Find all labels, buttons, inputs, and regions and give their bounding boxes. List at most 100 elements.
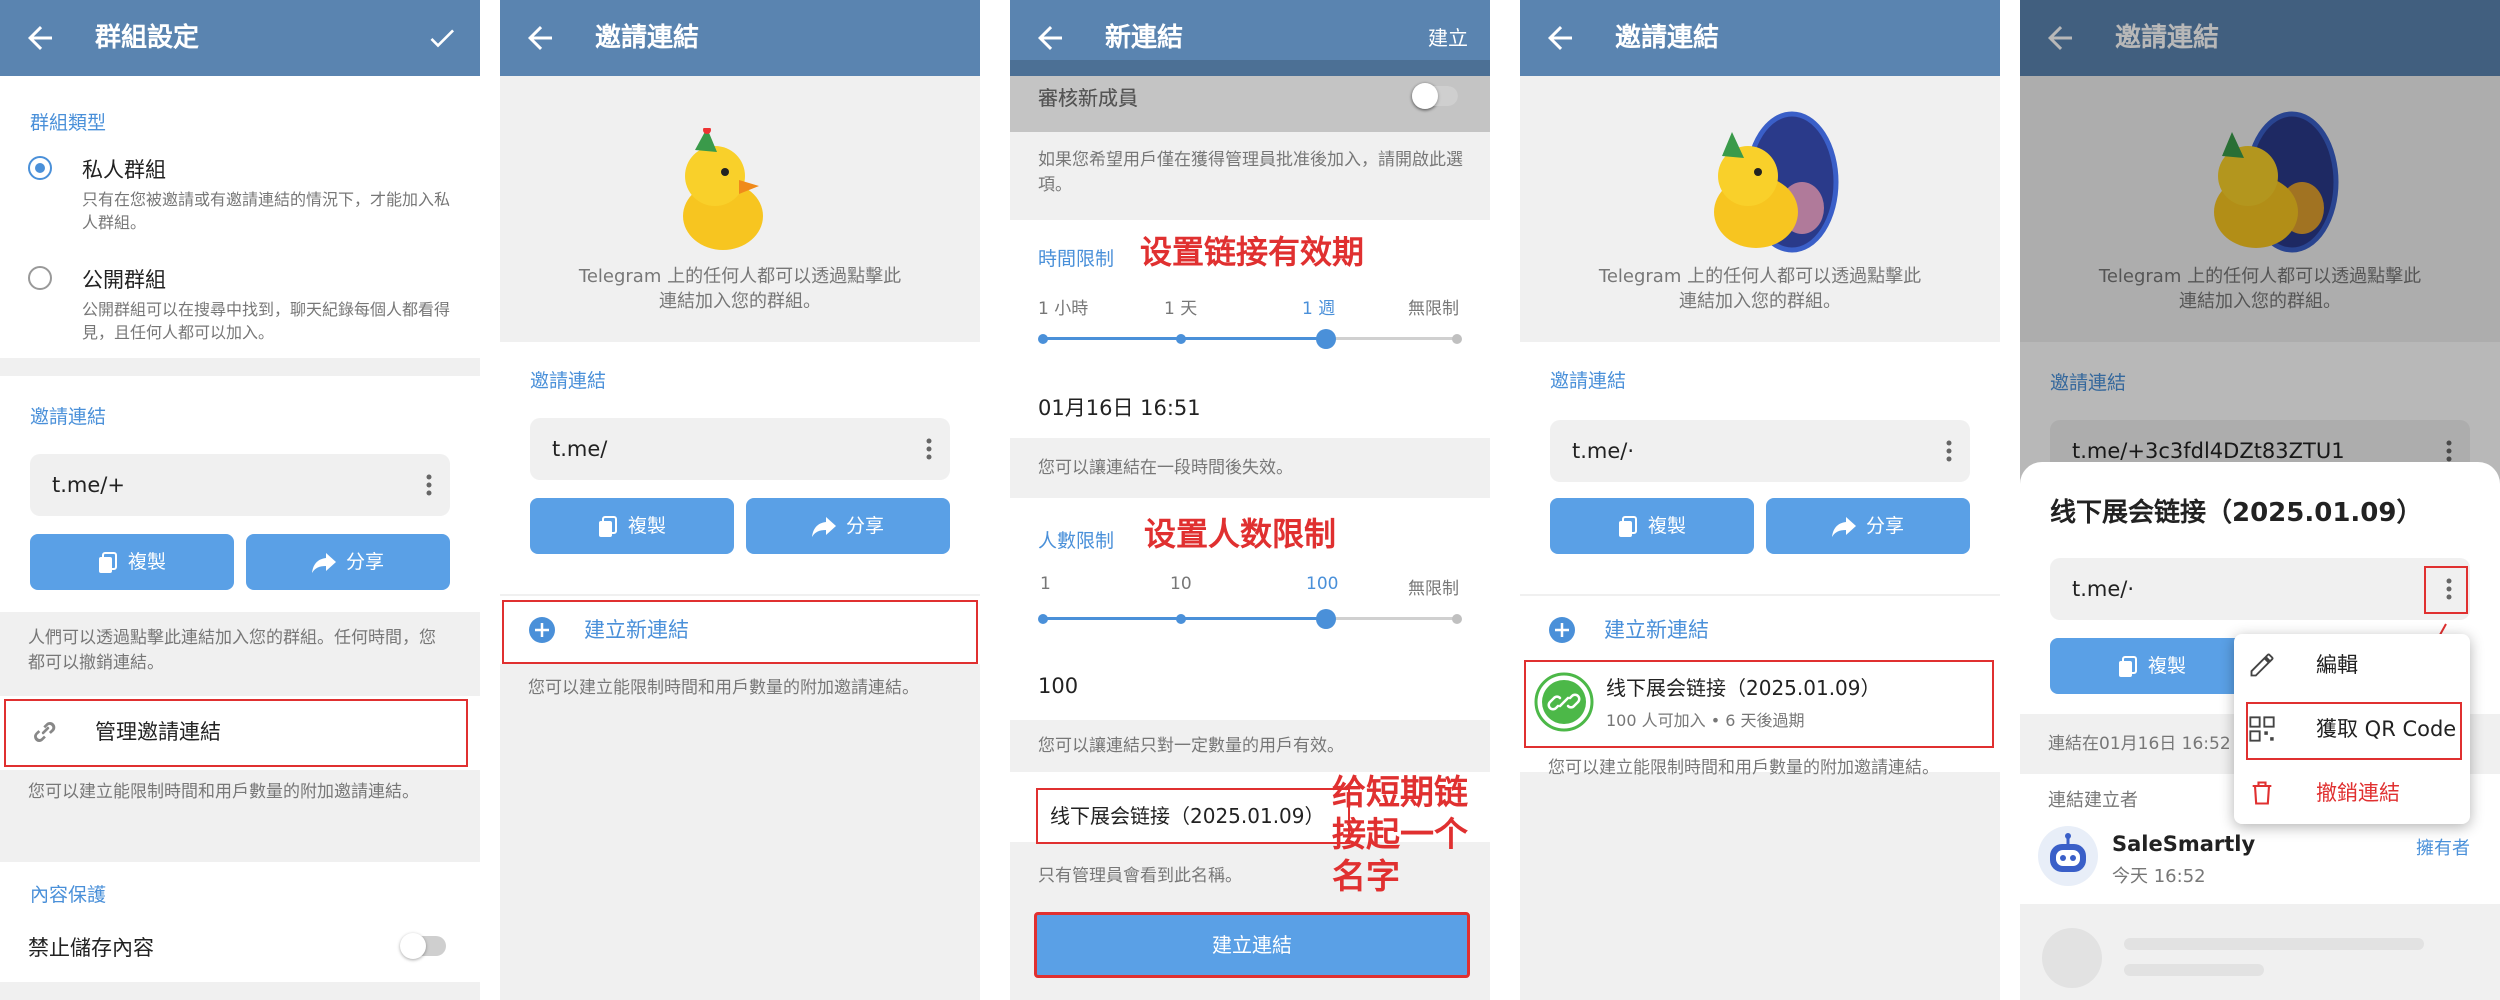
count-slider-fill <box>1042 617 1331 620</box>
count-slider-knob[interactable] <box>1316 608 1336 629</box>
time-slider-stop <box>1038 333 1048 344</box>
creator-time: 今天 16:52 <box>2112 866 2206 887</box>
bot-avatar-icon <box>2038 826 2098 886</box>
menu-revoke-label: 撤銷連結 <box>2316 781 2400 805</box>
approve-label: 審核新成員 <box>1038 86 1138 110</box>
count-slider-stop <box>1452 613 1462 624</box>
restrict-saving-label: 禁止儲存內容 <box>28 936 154 960</box>
menu-revoke[interactable]: 撤銷連結 <box>2234 762 2470 824</box>
public-group-radio[interactable] <box>28 266 52 290</box>
page-title: 邀請連結 <box>1615 23 1720 53</box>
invite-link-text: t.me/ <box>552 437 608 461</box>
sheet-link-field[interactable]: t.me/· <box>2050 558 2470 620</box>
create-link-note: 您可以建立能限制時間和用戶數量的附加邀請連結。 <box>1548 758 1939 778</box>
restrict-saving-toggle[interactable] <box>400 933 446 959</box>
app-header: 邀請連結 <box>500 0 980 76</box>
more-vertical-icon[interactable] <box>926 438 932 460</box>
name-note: 只有管理員會看到此名稱。 <box>1038 866 1242 886</box>
back-arrow-icon[interactable] <box>22 20 58 56</box>
menu-button-highlight <box>2424 566 2468 614</box>
count-slider-stop <box>1176 613 1186 624</box>
time-value[interactable]: 01月16日 16:51 <box>1038 392 1201 422</box>
invite-link-field[interactable]: t.me/· <box>1550 420 1970 482</box>
time-tick: 1 週 <box>1302 299 1336 319</box>
share-button[interactable]: 分享 <box>246 534 450 590</box>
time-slider-fill <box>1042 337 1331 340</box>
create-link-note: 您可以建立能限制時間和用戶數量的附加邀請連結。 <box>528 678 919 698</box>
time-limit-label: 時間限制 <box>1038 248 1115 270</box>
share-label: 分享 <box>345 551 384 573</box>
copy-button[interactable]: 複製 <box>2050 638 2254 694</box>
back-arrow-icon[interactable] <box>522 20 558 56</box>
new-link-title: 线下展会链接（2025.01.09） <box>1606 676 1881 700</box>
approve-toggle[interactable] <box>1412 83 1458 109</box>
time-slider-knob[interactable] <box>1316 328 1336 349</box>
count-value[interactable]: 100 <box>1038 674 1078 698</box>
time-annotation: 设置链接有效期 <box>1140 233 1365 271</box>
invite-link-label: 邀請連結 <box>30 406 107 428</box>
link-name-input[interactable]: 线下展会链接（2025.01.09） <box>1036 788 1350 844</box>
creator-role: 擁有者 <box>2416 838 2470 859</box>
count-note: 您可以讓連結只對一定數量的用戶有效。 <box>1038 736 1344 756</box>
invite-link-field[interactable]: t.me/ <box>530 418 950 480</box>
invite-links-result-screen: 邀請連結 Telegram 上的任何人都可以透過點擊此連結加入您的群組。 邀請連… <box>1520 0 2000 1000</box>
trash-icon <box>2252 781 2272 805</box>
menu-edit[interactable]: 編輯 <box>2234 634 2470 696</box>
link-status-icon <box>1534 672 1594 732</box>
invite-description: Telegram 上的任何人都可以透過點擊此連結加入您的群組。 <box>1598 266 1922 312</box>
count-slider-stop <box>1038 613 1048 624</box>
copy-icon <box>1618 515 1637 537</box>
sheet-link-text: t.me/· <box>2072 577 2135 601</box>
create-link-button[interactable]: 建立連結 <box>1034 912 1470 978</box>
link-context-menu: 編輯 獲取 QR Code 撤銷連結 <box>2234 634 2470 824</box>
more-vertical-icon[interactable] <box>1946 440 1952 462</box>
new-link-screen: 審核新成員 新連結 建立 審核新成員 如果您希望用戶僅在獲得管理員批准後加入，請… <box>1010 0 1490 1000</box>
invite-link-text: t.me/+ <box>52 473 125 497</box>
time-slider-stop <box>1176 333 1186 344</box>
share-button[interactable]: 分享 <box>1766 498 1970 554</box>
create-link-label[interactable]: 建立新連結 <box>1604 614 1709 646</box>
link-name-value: 线下展会链接（2025.01.09） <box>1050 804 1325 828</box>
private-group-desc: 只有在您被邀請或有邀請連結的情況下，才能加入私人群組。 <box>82 190 451 232</box>
copy-label: 複製 <box>1647 515 1686 537</box>
expire-label: 連結在01月16日 16:52 <box>2048 734 2231 754</box>
duck-sticker-image <box>1714 111 1839 253</box>
creator-name: SaleSmartly <box>2112 832 2256 856</box>
checkmark-icon[interactable] <box>426 22 458 54</box>
public-group-title: 公開群組 <box>82 268 166 292</box>
back-arrow-icon[interactable] <box>1032 20 1068 56</box>
placeholder-avatar <box>2042 928 2102 988</box>
share-button[interactable]: 分享 <box>746 498 950 554</box>
create-action[interactable]: 建立 <box>1428 22 1468 54</box>
approve-note: 如果您希望用戶僅在獲得管理員批准後加入，請開啟此選項。 <box>1038 150 1463 195</box>
app-header: 邀請連結 <box>1520 0 2000 76</box>
back-arrow-icon[interactable] <box>1542 20 1578 56</box>
copy-label: 複製 <box>2147 655 2186 677</box>
private-group-title: 私人群組 <box>82 158 166 182</box>
copy-button[interactable]: 複製 <box>530 498 734 554</box>
highlight-box <box>4 699 468 767</box>
private-group-radio[interactable] <box>28 156 52 180</box>
add-circle-icon <box>1549 617 1575 643</box>
count-tick: 無限制 <box>1408 579 1459 599</box>
invite-description: Telegram 上的任何人都可以透過點擊此連結加入您的群組。 <box>578 266 902 312</box>
invite-link-label: 邀請連結 <box>1550 370 1627 392</box>
count-tick: 1 <box>1040 574 1051 594</box>
share-icon <box>311 552 336 573</box>
qr-highlight-box <box>2246 702 2462 760</box>
page-title: 群組設定 <box>95 23 200 53</box>
copy-label: 複製 <box>627 515 666 537</box>
copy-button[interactable]: 複製 <box>1550 498 1754 554</box>
time-note: 您可以讓連結在一段時間後失效。 <box>1038 458 1293 478</box>
share-icon <box>811 516 836 537</box>
invite-link-field[interactable]: t.me/+ <box>30 454 450 516</box>
sheet-title: 线下展会链接（2025.01.09） <box>2050 498 2423 528</box>
page-title: 邀請連結 <box>595 23 700 53</box>
share-icon <box>1831 516 1856 537</box>
copy-icon <box>98 551 117 573</box>
duck-sticker-image <box>683 128 763 250</box>
copy-button[interactable]: 複製 <box>30 534 234 590</box>
name-annotation: 给短期链接起一个名字 <box>1332 773 1468 897</box>
creator-label: 連結建立者 <box>2048 790 2138 811</box>
more-vertical-icon[interactable] <box>426 474 432 496</box>
